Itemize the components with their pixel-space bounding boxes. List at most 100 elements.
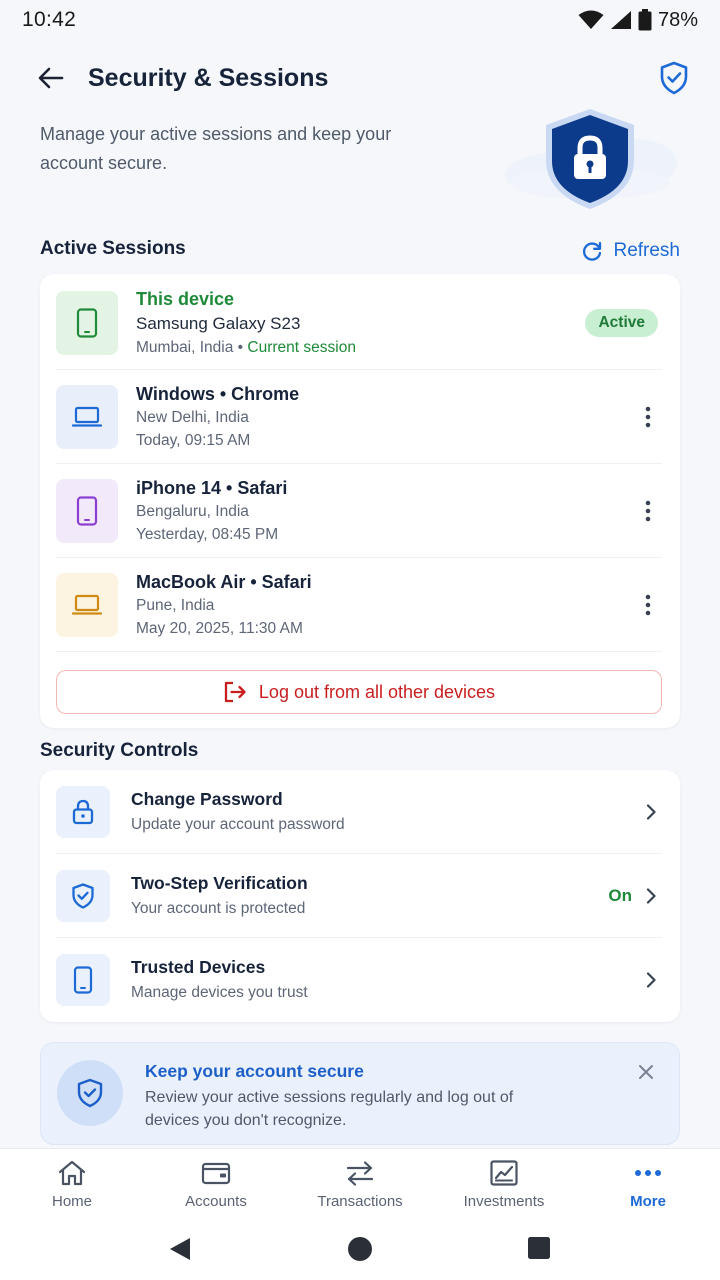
- wifi-icon: [578, 10, 604, 29]
- session-device-name: MacBook Air • Safari: [136, 571, 312, 592]
- session-row-windows[interactable]: Windows • Chrome New Delhi, India Today,…: [56, 370, 662, 464]
- back-button[interactable]: [36, 63, 66, 93]
- control-title: Change Password: [131, 788, 283, 809]
- signal-icon: [610, 11, 631, 29]
- logout-all-devices-button[interactable]: Log out from all other devices: [56, 670, 662, 714]
- current-session-label: Current session: [247, 338, 356, 356]
- session-device-name: Windows • Chrome: [136, 383, 300, 404]
- nav-item-accounts[interactable]: Accounts: [144, 1149, 288, 1222]
- chevron-right-icon: [646, 972, 656, 988]
- more-vertical-icon: [645, 594, 651, 615]
- system-recents-button[interactable]: [527, 1236, 551, 1260]
- wallet-icon: [201, 1162, 231, 1185]
- tip-shield-badge: [57, 1060, 123, 1126]
- lock-icon: [72, 799, 94, 824]
- page-title: Security & Sessions: [88, 63, 329, 92]
- square-recents-icon: [528, 1237, 550, 1259]
- active-sessions-title: Active Sessions: [40, 238, 186, 259]
- battery-icon: [638, 9, 652, 31]
- refresh-button[interactable]: Refresh: [581, 238, 680, 264]
- laptop-icon: [72, 406, 102, 427]
- this-device-label: This device: [136, 288, 235, 309]
- shield-lock-illustration: [500, 105, 680, 215]
- shield-check-icon: [77, 1078, 103, 1108]
- session-location: Pune, India: [136, 596, 215, 614]
- session-device-icon: [56, 572, 118, 637]
- session-options-button[interactable]: [634, 491, 662, 531]
- security-controls-title: Security Controls: [40, 740, 199, 761]
- change-password-item[interactable]: Change Password Update your account pass…: [56, 770, 662, 854]
- smartphone-icon: [76, 307, 98, 338]
- triangle-back-icon: [170, 1238, 190, 1260]
- security-shield-button[interactable]: [654, 58, 694, 98]
- two-step-status: On: [608, 885, 632, 905]
- session-options-button[interactable]: [634, 397, 662, 437]
- session-row-iphone[interactable]: iPhone 14 • Safari Bengaluru, India Yest…: [56, 464, 662, 558]
- control-title: Trusted Devices: [131, 957, 266, 977]
- nav-item-home[interactable]: Home: [0, 1149, 144, 1222]
- control-icon: [56, 869, 110, 922]
- control-subtitle: Your account is protected: [131, 899, 306, 917]
- shield-check-icon: [72, 882, 94, 909]
- tip-body: Review your active sessions regularly an…: [145, 1089, 514, 1129]
- tip-title: Keep your account secure: [145, 1061, 364, 1081]
- session-device-icon: [56, 290, 118, 355]
- session-device-name: iPhone 14 • Safari: [136, 477, 288, 498]
- control-subtitle: Update your account password: [131, 815, 345, 833]
- session-device-name: Samsung Galaxy S23: [136, 313, 301, 333]
- system-navigation-bar: [0, 1222, 720, 1280]
- chart-icon: [490, 1160, 518, 1186]
- nav-label: Accounts: [185, 1193, 247, 1210]
- session-time: Today, 09:15 AM: [136, 431, 251, 449]
- status-icons: 78%: [578, 9, 698, 32]
- bottom-navigation: Home Accounts Transactions Investments M…: [0, 1148, 720, 1222]
- nav-label: More: [630, 1193, 666, 1210]
- security-tip-card: Keep your account secure Review your act…: [40, 1042, 680, 1145]
- session-options-button[interactable]: [634, 585, 662, 625]
- more-dots-icon: [635, 1170, 661, 1176]
- top-app-bar: Security & Sessions: [0, 50, 720, 106]
- tip-close-button[interactable]: [635, 1061, 657, 1083]
- nav-label: Transactions: [317, 1193, 403, 1210]
- nav-item-transactions[interactable]: Transactions: [288, 1149, 432, 1222]
- close-icon: [639, 1065, 653, 1079]
- active-status-badge: Active: [585, 308, 658, 337]
- security-controls-card: Change Password Update your account pass…: [40, 770, 680, 1022]
- battery-percent: 78%: [657, 8, 698, 31]
- system-home-button[interactable]: [347, 1236, 373, 1262]
- laptop-icon: [72, 594, 102, 615]
- smartphone-icon: [73, 966, 93, 994]
- shield-check-icon: [660, 61, 688, 95]
- trusted-devices-item[interactable]: Trusted Devices Manage devices you trust: [56, 938, 662, 1022]
- session-time: May 20, 2025, 11:30 AM: [136, 619, 303, 637]
- logout-icon: [224, 681, 246, 703]
- status-bar: 10:42 78%: [0, 0, 720, 40]
- session-row-macbook[interactable]: MacBook Air • Safari Pune, India May 20,…: [56, 558, 662, 652]
- nav-label: Home: [51, 1193, 92, 1210]
- nav-item-investments[interactable]: Investments: [432, 1149, 576, 1222]
- chevron-right-icon: [646, 887, 656, 904]
- status-time: 10:42: [22, 8, 77, 31]
- circle-home-icon: [348, 1237, 372, 1261]
- session-location: New Delhi, India: [136, 408, 249, 426]
- logout-all-label: Log out from all other devices: [258, 681, 496, 702]
- session-location: Bengaluru, India: [136, 502, 249, 520]
- more-vertical-icon: [645, 500, 651, 521]
- control-subtitle: Manage devices you trust: [131, 984, 308, 1001]
- nav-item-more[interactable]: More: [576, 1149, 720, 1222]
- refresh-label: Refresh: [613, 240, 680, 261]
- session-device-icon: [56, 478, 118, 543]
- system-back-button[interactable]: [168, 1236, 192, 1262]
- control-title: Two-Step Verification: [131, 872, 308, 893]
- control-icon: [56, 954, 110, 1006]
- active-sessions-card: This device Samsung Galaxy S23 Mumbai, I…: [40, 274, 680, 728]
- transfer-icon: [346, 1161, 374, 1186]
- more-vertical-icon: [645, 406, 651, 427]
- intro-text: Manage your active sessions and keep you…: [40, 124, 392, 173]
- session-time: Yesterday, 08:45 PM: [136, 525, 279, 543]
- nav-label: Investments: [463, 1193, 545, 1210]
- chevron-right-icon: [646, 803, 656, 820]
- control-icon: [56, 785, 110, 838]
- smartphone-icon: [76, 495, 98, 526]
- two-step-verification-item[interactable]: Two-Step Verification Your account is pr…: [56, 854, 662, 938]
